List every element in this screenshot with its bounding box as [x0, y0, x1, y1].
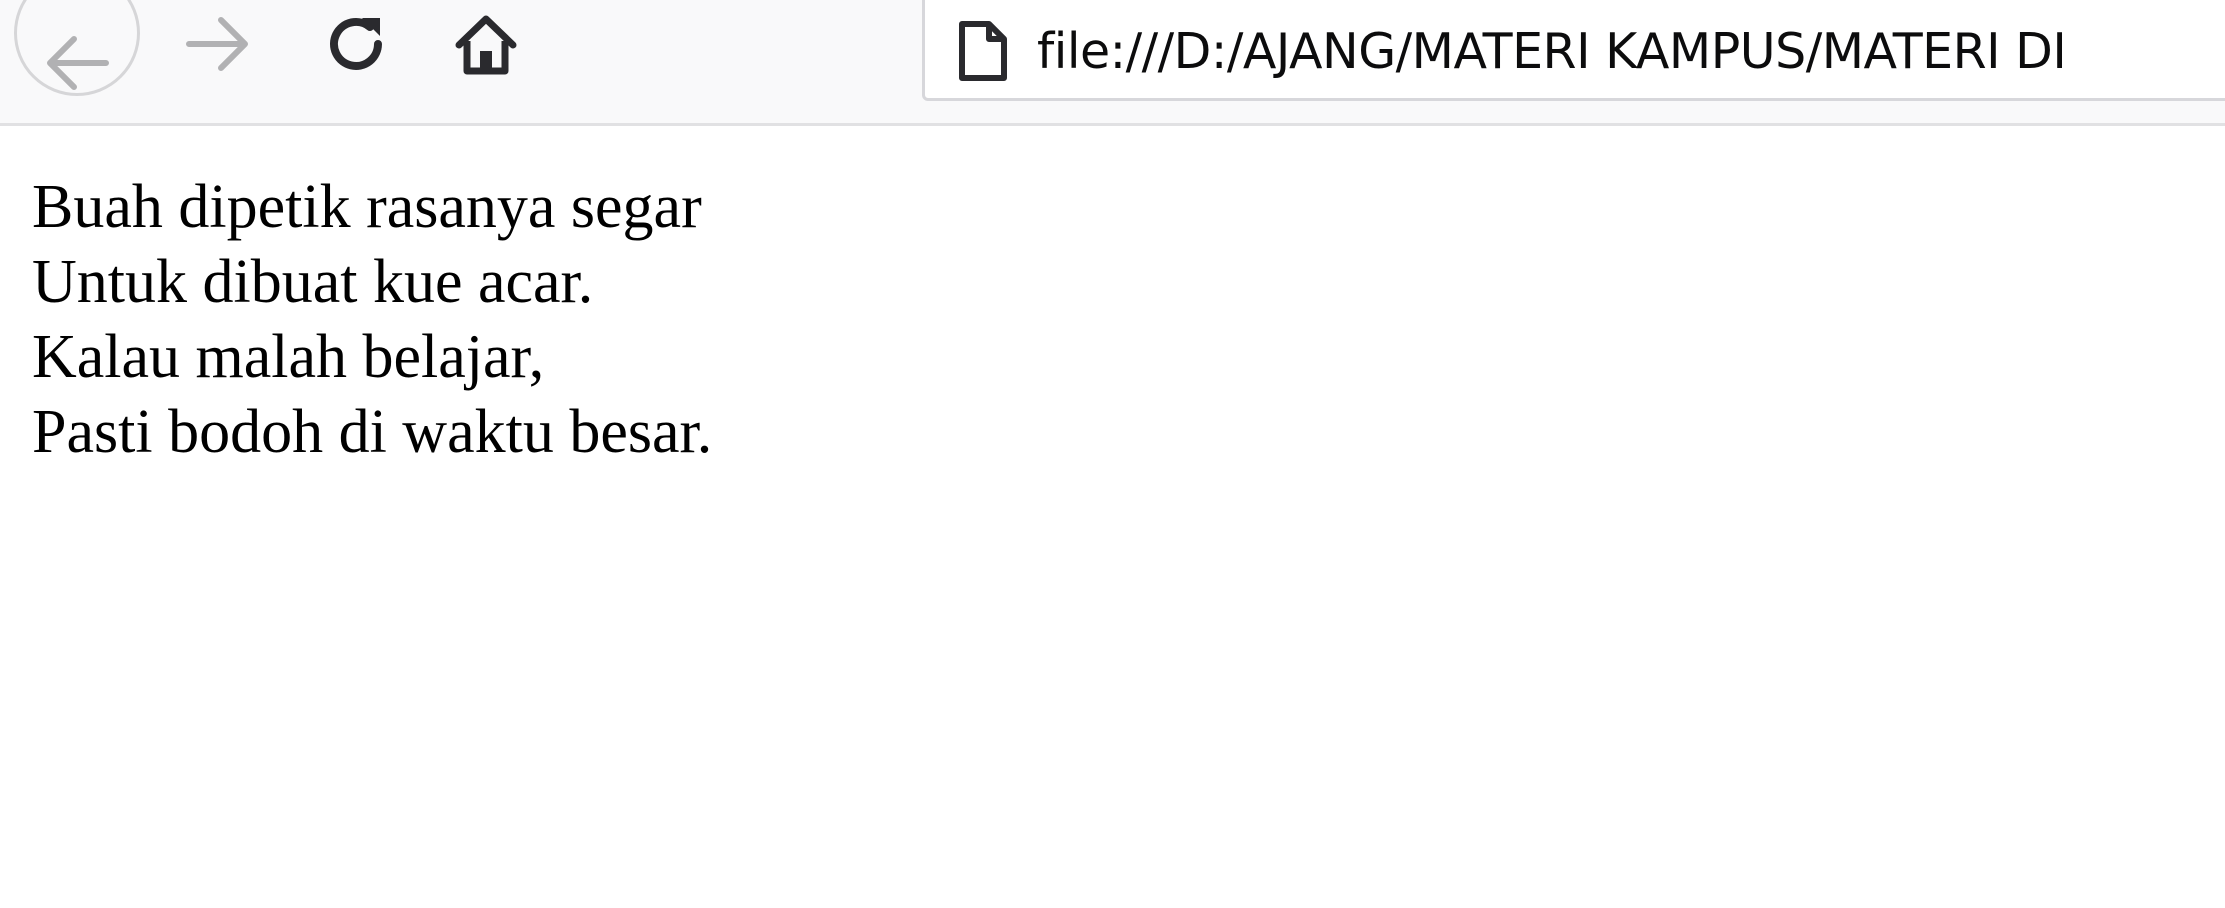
reload-button[interactable]: [316, 4, 396, 84]
poem-line: Pasti bodoh di waktu besar.: [32, 398, 713, 466]
page-content: Buah dipetik rasanya segar Untuk dibuat …: [32, 170, 712, 470]
url-text[interactable]: file:///D:/AJANG/MATERI KAMPUS/MATERI DI: [1037, 23, 2067, 80]
forward-button[interactable]: [178, 4, 258, 84]
home-icon: [455, 15, 517, 75]
home-button[interactable]: [446, 4, 526, 84]
page-icon: [953, 16, 1013, 86]
back-button[interactable]: [14, 0, 140, 96]
poem-line: Kalau malah belajar,: [32, 323, 545, 391]
browser-toolbar: file:///D:/AJANG/MATERI KAMPUS/MATERI DI: [0, 0, 2225, 126]
arrow-right-icon: [186, 17, 248, 71]
url-bar[interactable]: file:///D:/AJANG/MATERI KAMPUS/MATERI DI: [922, 0, 2225, 101]
poem-line: Untuk dibuat kue acar.: [32, 248, 594, 316]
poem-line: Buah dipetik rasanya segar: [32, 173, 702, 241]
arrow-left-icon: [47, 36, 109, 90]
reload-icon: [330, 17, 382, 70]
